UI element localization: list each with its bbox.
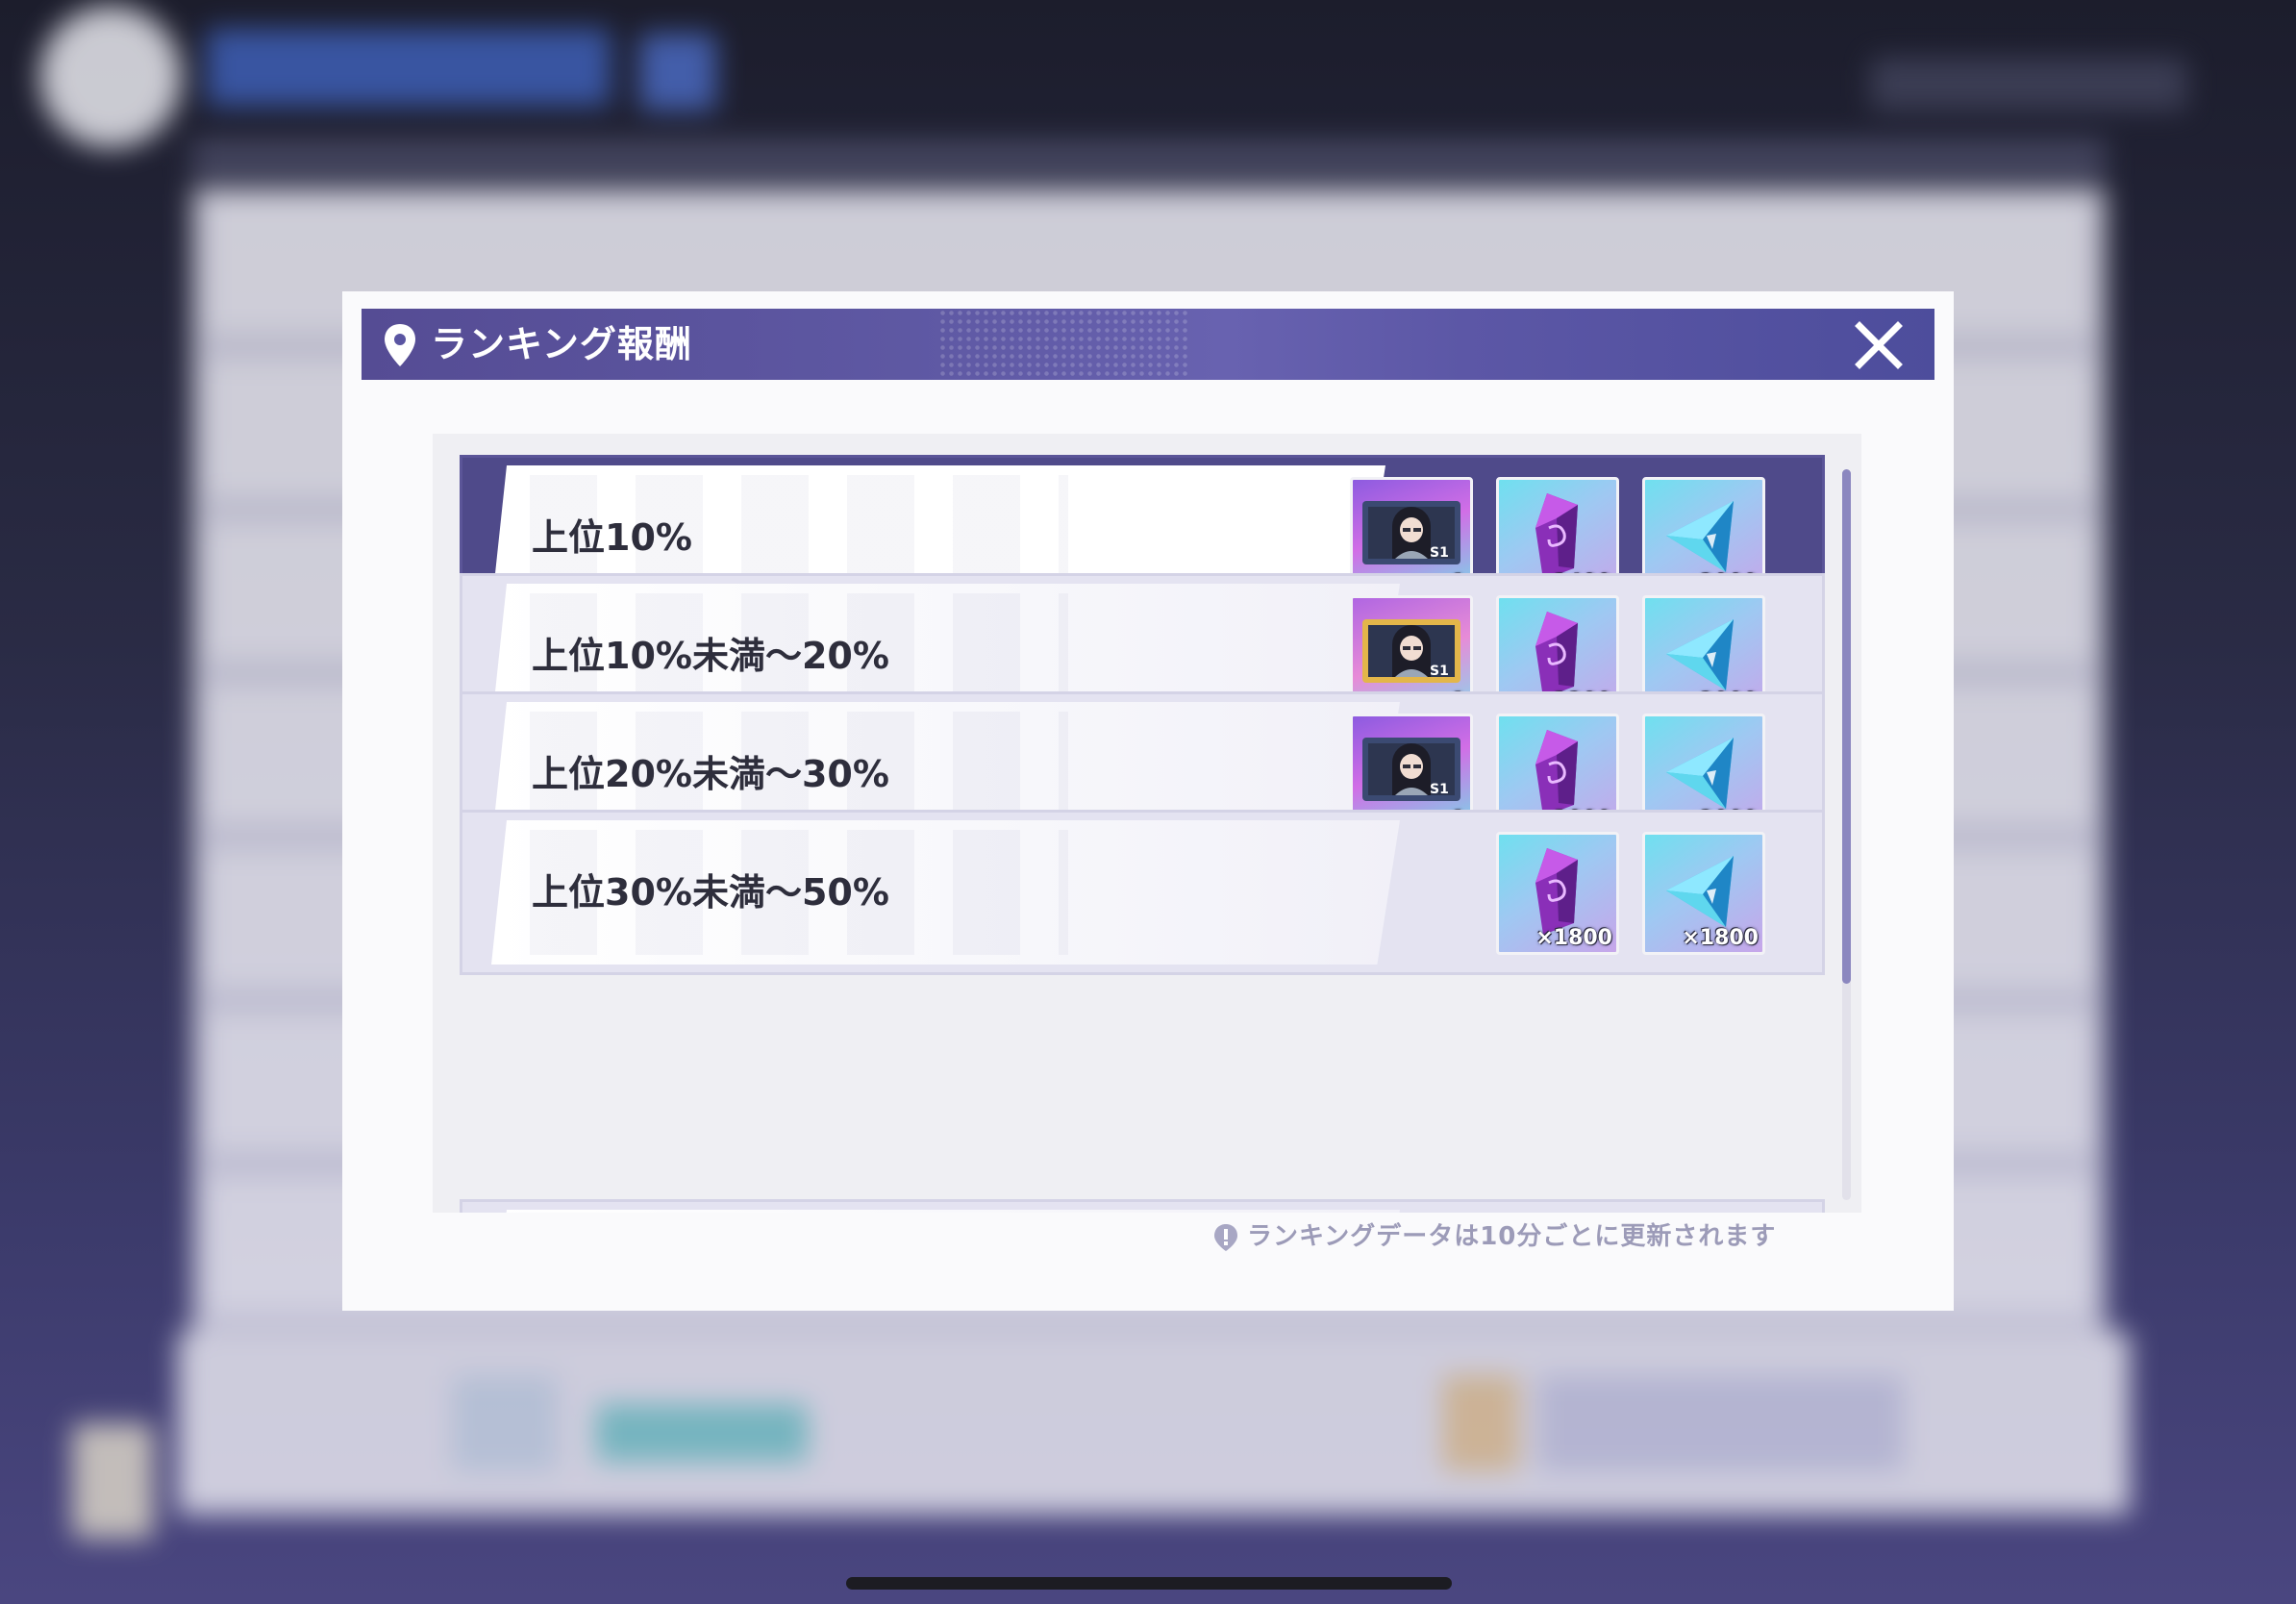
svg-text:S1: S1 <box>1430 664 1449 679</box>
background-block <box>596 1404 808 1462</box>
tier-label: 上位30%未満～50% <box>532 871 889 914</box>
background-block <box>452 1375 558 1471</box>
modal-header: ランキング報酬 <box>362 309 1934 380</box>
info-icon <box>1214 1224 1237 1251</box>
reward-item[interactable]: ×1800 <box>1642 832 1765 955</box>
location-pin-icon <box>385 324 415 366</box>
svg-text:S1: S1 <box>1430 782 1449 797</box>
scrollbar-thumb[interactable] <box>1842 469 1851 984</box>
background-home-button <box>639 34 716 111</box>
svg-text:S1: S1 <box>1430 545 1449 561</box>
background-top-right-box <box>1870 58 2187 111</box>
close-button[interactable] <box>1852 318 1906 372</box>
modal-title: ランキング報酬 <box>431 323 692 365</box>
background-block <box>1442 1375 1519 1471</box>
tier-row-partial <box>460 1199 1825 1213</box>
reward-item[interactable]: ×1800 <box>1496 832 1619 955</box>
background-title-bar <box>207 29 611 106</box>
reward-quantity: ×1800 <box>1682 926 1759 950</box>
tier-row: 上位30%未満～50% ×1800 ×1800 <box>460 810 1825 975</box>
tier-list[interactable]: 上位10%S1×1×2400×2000上位10%未満～20%S1×1×2200×… <box>433 434 1861 1213</box>
background-character <box>72 1423 154 1539</box>
background-block <box>1538 1375 1904 1471</box>
background-avatar <box>38 5 183 149</box>
update-note-text: ランキングデータは10分ごとに更新されます <box>1247 1222 1777 1251</box>
home-indicator[interactable] <box>846 1577 1452 1590</box>
background-tabs <box>192 139 2106 178</box>
ranking-reward-modal: ランキング報酬 上位10%S1×1×2400×2000上位10%未満～20%S1… <box>342 291 1954 1311</box>
tier-card <box>491 1210 1400 1213</box>
reward-quantity: ×1800 <box>1535 926 1612 950</box>
